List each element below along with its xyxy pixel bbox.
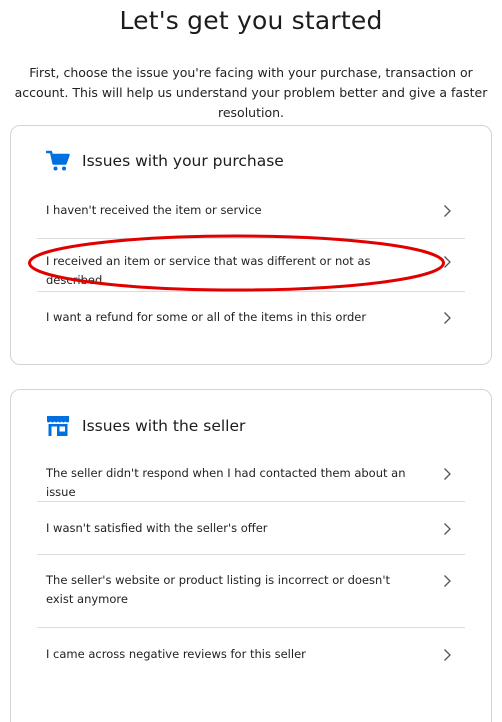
- seller-issues-card: Issues with the seller The seller didn't…: [10, 389, 492, 722]
- storefront-icon: [47, 416, 69, 436]
- issue-label: I wasn't satisfied with the seller's off…: [46, 521, 268, 535]
- issue-seller-no-response[interactable]: The seller didn't respond when I had con…: [37, 447, 465, 502]
- chevron-right-icon: [444, 468, 451, 480]
- chevron-right-icon: [444, 523, 451, 535]
- issue-listing-incorrect[interactable]: The seller's website or product listing …: [37, 555, 465, 628]
- issue-seller-offer[interactable]: I wasn't satisfied with the seller's off…: [37, 502, 465, 555]
- page-title: Let's get you started: [119, 6, 383, 35]
- chevron-right-icon: [444, 312, 451, 324]
- intro-text: First, choose the issue you're facing wi…: [14, 65, 488, 120]
- issue-label: I received an item or service that was d…: [46, 254, 371, 287]
- issue-label: I came across negative reviews for this …: [46, 647, 306, 661]
- chevron-right-icon: [444, 256, 451, 268]
- issue-label: The seller's website or product listing …: [46, 573, 390, 606]
- purchase-issues-card: Issues with your purchase I haven't rece…: [10, 125, 492, 365]
- issue-refund-request[interactable]: I want a refund for some or all of the i…: [37, 292, 465, 350]
- chevron-right-icon: [444, 649, 451, 661]
- seller-issues-header: Issues with the seller: [46, 415, 245, 437]
- seller-issues-list: The seller didn't respond when I had con…: [37, 447, 465, 684]
- issue-negative-reviews[interactable]: I came across negative reviews for this …: [37, 628, 465, 684]
- purchase-issues-list: I haven't received the item or service I…: [37, 184, 465, 350]
- chevron-right-icon: [444, 575, 451, 587]
- issue-not-as-described[interactable]: I received an item or service that was d…: [37, 239, 465, 292]
- issue-not-received[interactable]: I haven't received the item or service: [37, 184, 465, 239]
- cart-icon: [46, 150, 70, 171]
- issue-label: The seller didn't respond when I had con…: [46, 466, 406, 499]
- purchase-issues-title: Issues with your purchase: [82, 152, 284, 170]
- issue-label: I haven't received the item or service: [46, 203, 262, 217]
- issue-label: I want a refund for some or all of the i…: [46, 310, 367, 324]
- purchase-issues-header: Issues with your purchase: [46, 150, 284, 172]
- chevron-right-icon: [444, 205, 451, 217]
- seller-issues-title: Issues with the seller: [82, 417, 246, 435]
